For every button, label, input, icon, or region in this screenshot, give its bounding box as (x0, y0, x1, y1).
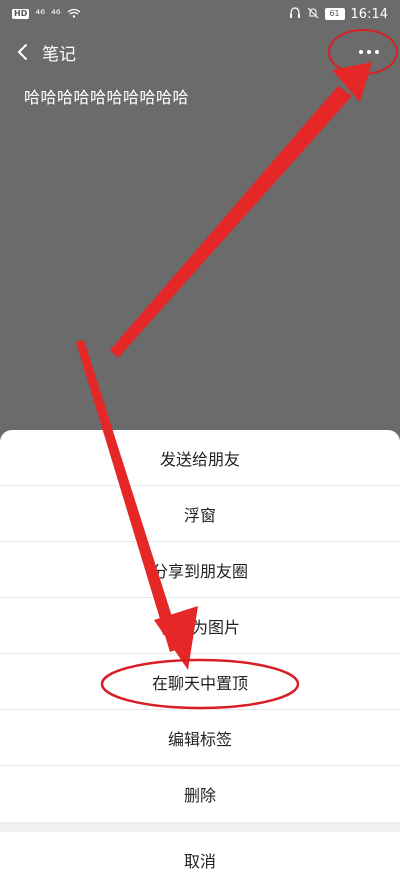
page-title: 笔记 (42, 44, 76, 65)
note-content: 哈哈哈哈哈哈哈哈哈哈 (24, 88, 190, 107)
menu-share-moments[interactable]: 分享到朋友圈 (0, 542, 400, 598)
action-sheet: 发送给朋友 浮窗 分享到朋友圈 保存为图片 在聊天中置顶 编辑标签 删除 取消 (0, 430, 400, 888)
status-bar: HD ⁴⁶ ⁴⁶ 61 16:14 (0, 0, 400, 28)
more-dots-icon[interactable] (356, 40, 382, 64)
menu-save-as-image[interactable]: 保存为图片 (0, 598, 400, 654)
wifi-icon (67, 7, 81, 21)
chevron-left-icon[interactable] (10, 40, 34, 64)
signal-2-icon: ⁴⁶ (50, 7, 61, 21)
bell-off-icon (307, 7, 319, 22)
status-right: 61 16:14 (289, 7, 388, 22)
signal-1-icon: ⁴⁶ (35, 7, 45, 21)
menu-edit-tags[interactable]: 编辑标签 (0, 710, 400, 766)
cancel-button[interactable]: 取消 (0, 832, 400, 888)
menu-pin-in-chat[interactable]: 在聊天中置顶 (0, 654, 400, 710)
arrow-to-more (110, 86, 352, 358)
hd-badge: HD (12, 9, 30, 19)
headset-icon (289, 6, 301, 22)
menu-divider (0, 822, 400, 832)
status-left: HD ⁴⁶ ⁴⁶ (12, 7, 81, 21)
note-header: 笔记 (0, 30, 400, 74)
menu-delete[interactable]: 删除 (0, 766, 400, 822)
clock: 16:14 (350, 6, 388, 22)
menu-send-to-friend[interactable]: 发送给朋友 (0, 430, 400, 486)
battery-icon: 61 (324, 8, 345, 20)
menu-floating-window[interactable]: 浮窗 (0, 486, 400, 542)
